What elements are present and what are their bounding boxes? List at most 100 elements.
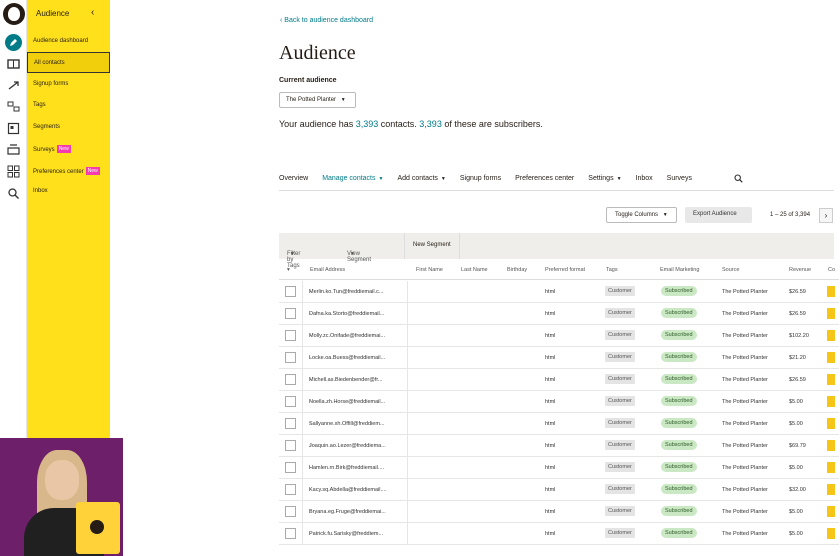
table-row[interactable]: Noella.zh.Horse@freddiemail... › html Cust…: [279, 391, 839, 413]
summary-text: contacts.: [378, 119, 420, 129]
nav-item-audience-dashboard[interactable]: Audience dashboard: [33, 38, 88, 44]
tab-overview[interactable]: Overview: [279, 175, 308, 190]
star-rating-icon: [827, 462, 835, 473]
chevron-down-icon: ▼: [662, 212, 668, 218]
automations-icon[interactable]: [7, 79, 20, 92]
email-text: Noella.zh.Horse@freddiemail...: [309, 399, 386, 405]
freddie-logo-icon[interactable]: [3, 3, 25, 25]
campaigns-icon[interactable]: [7, 57, 20, 70]
integrations-grid-icon[interactable]: [7, 165, 20, 178]
table-row[interactable]: Bryana.eg.Fruge@freddiemai... › html Custo…: [279, 501, 839, 523]
tab-manage-contacts[interactable]: Manage contacts ▼: [322, 175, 383, 190]
row-checkbox[interactable]: [285, 330, 296, 341]
table-row[interactable]: Sallyanne.xh.Offill@freddiem... › html Cus…: [279, 413, 839, 435]
website-icon[interactable]: [7, 143, 20, 156]
column-header[interactable]: Last Name: [461, 267, 488, 273]
column-header[interactable]: First Name: [416, 267, 443, 273]
nav-item-all-contacts[interactable]: All contacts: [27, 52, 110, 73]
email-cell[interactable]: Locke.oa.Buess@freddiemail... ›: [302, 347, 408, 369]
create-pencil-icon[interactable]: [5, 34, 22, 51]
row-checkbox[interactable]: [285, 418, 296, 429]
search-icon[interactable]: [7, 187, 20, 200]
column-header[interactable]: Email Address: [310, 267, 345, 273]
new-segment-button[interactable]: New Segment: [404, 233, 460, 259]
chevron-down-icon: ▼: [616, 176, 622, 182]
email-cell[interactable]: Michell.as.Biedenbender@fr... ›: [302, 369, 408, 391]
column-header[interactable]: Revenue: [789, 267, 811, 273]
audience-select[interactable]: The Potted Planter ▼: [279, 92, 356, 108]
contacts-count: 3,393: [355, 119, 379, 129]
collapse-chevron-icon[interactable]: ‹: [91, 7, 94, 18]
search-icon[interactable]: [734, 174, 743, 183]
row-checkbox[interactable]: [285, 286, 296, 297]
export-audience-button[interactable]: Export Audience: [685, 207, 752, 223]
row-checkbox[interactable]: [285, 506, 296, 517]
row-checkbox[interactable]: [285, 396, 296, 407]
table-row[interactable]: Michell.as.Biedenbender@fr... › html Custo…: [279, 369, 839, 391]
next-page-chevron-icon[interactable]: ›: [819, 208, 833, 223]
format-cell: html: [545, 509, 556, 515]
column-header[interactable]: Source: [722, 267, 739, 273]
format-cell: html: [545, 443, 556, 449]
email-cell[interactable]: Molly.zc.Onifade@freddiemai... ›: [302, 325, 408, 347]
row-checkbox[interactable]: [285, 484, 296, 495]
table-row[interactable]: Joaquin.ao.Lezer@freddiema... › html Custo…: [279, 435, 839, 457]
row-checkbox[interactable]: [285, 528, 296, 539]
status-badge: Subscribed: [661, 286, 697, 296]
email-text: Bryana.eg.Fruge@freddiemai...: [309, 509, 386, 515]
back-link[interactable]: ‹ Back to audience dashboard: [280, 17, 373, 24]
revenue-cell: $102.20: [789, 333, 809, 339]
source-cell: The Potted Planter: [722, 531, 768, 537]
tag-badge: Customer: [605, 528, 635, 538]
column-header[interactable]: Birthday: [507, 267, 527, 273]
tab-surveys[interactable]: Surveys: [667, 175, 692, 190]
audience-icon[interactable]: [7, 100, 20, 113]
table-row[interactable]: Dafna.ka.Storto@freddiemail... › html Cust…: [279, 303, 839, 325]
email-cell[interactable]: Noella.zh.Horse@freddiemail... ›: [302, 391, 408, 413]
nav-item-segments[interactable]: Segments: [33, 124, 60, 130]
status-badge: Subscribed: [661, 396, 697, 406]
email-cell[interactable]: Patrick.fu.Sarisky@freddiem... ›: [302, 523, 408, 545]
row-checkbox[interactable]: [285, 374, 296, 385]
email-cell[interactable]: Bryana.eg.Fruge@freddiemai... ›: [302, 501, 408, 523]
select-all-chevron-icon[interactable]: ▾: [287, 267, 290, 273]
row-checkbox[interactable]: [285, 462, 296, 473]
table-row[interactable]: Patrick.fu.Sarisky@freddiem... › html Cust…: [279, 523, 839, 545]
email-cell[interactable]: Dafna.ka.Storto@freddiemail... ›: [302, 303, 408, 325]
tab-signup-forms[interactable]: Signup forms: [460, 175, 501, 190]
tab-settings[interactable]: Settings ▼: [588, 175, 621, 190]
email-cell[interactable]: Joaquin.ao.Lezer@freddiema... ›: [302, 435, 408, 457]
toggle-columns-button[interactable]: Toggle Columns ▼: [606, 207, 677, 223]
nav-item-tags[interactable]: Tags: [33, 102, 46, 108]
table-row[interactable]: Hamlen.rn.Birk@freddiemail.... › html Cust…: [279, 457, 839, 479]
email-text: Kacy.sq.Abdella@freddiemail....: [309, 487, 387, 493]
email-cell[interactable]: Kacy.sq.Abdella@freddiemail.... ›: [302, 479, 408, 501]
email-cell[interactable]: Sallyanne.xh.Offill@freddiem... ›: [302, 413, 408, 435]
email-cell[interactable]: Merlin.ko.Tun@freddiemail.c... ›: [302, 281, 408, 303]
email-cell[interactable]: Hamlen.rn.Birk@freddiemail.... ›: [302, 457, 408, 479]
email-text: Dafna.ka.Storto@freddiemail...: [309, 311, 385, 317]
table-row[interactable]: Molly.zc.Onifade@freddiemai... › html Cust…: [279, 325, 839, 347]
column-header[interactable]: Email Marketing: [660, 267, 699, 273]
nav-item-inbox[interactable]: Inbox: [33, 188, 48, 194]
source-cell: The Potted Planter: [722, 377, 768, 383]
content-icon[interactable]: [7, 122, 20, 135]
row-checkbox[interactable]: [285, 352, 296, 363]
nav-item-signup-forms[interactable]: Signup forms: [33, 81, 68, 87]
table-row[interactable]: Locke.oa.Buess@freddiemail... › html Custo…: [279, 347, 839, 369]
email-text: Sallyanne.xh.Offill@freddiem...: [309, 421, 385, 427]
tab-add-contacts[interactable]: Add contacts ▼: [397, 175, 445, 190]
table-row[interactable]: Merlin.ko.Tun@freddiemail.c... › html Cust…: [279, 281, 839, 303]
column-header[interactable]: Tags: [606, 267, 618, 273]
nav-item-surveys[interactable]: Surveys New: [33, 145, 71, 153]
row-checkbox[interactable]: [285, 308, 296, 319]
tab-inbox[interactable]: Inbox: [636, 175, 653, 190]
column-header[interactable]: Co: [828, 267, 835, 273]
revenue-cell: $5.00: [789, 399, 803, 405]
row-checkbox[interactable]: [285, 440, 296, 451]
tab-preferences-center[interactable]: Preferences center: [515, 175, 574, 190]
source-cell: The Potted Planter: [722, 465, 768, 471]
table-row[interactable]: Kacy.sq.Abdella@freddiemail.... › html Cus…: [279, 479, 839, 501]
nav-item-preferences-center[interactable]: Preferences center New: [33, 167, 100, 175]
column-header[interactable]: Preferred format: [545, 267, 585, 273]
